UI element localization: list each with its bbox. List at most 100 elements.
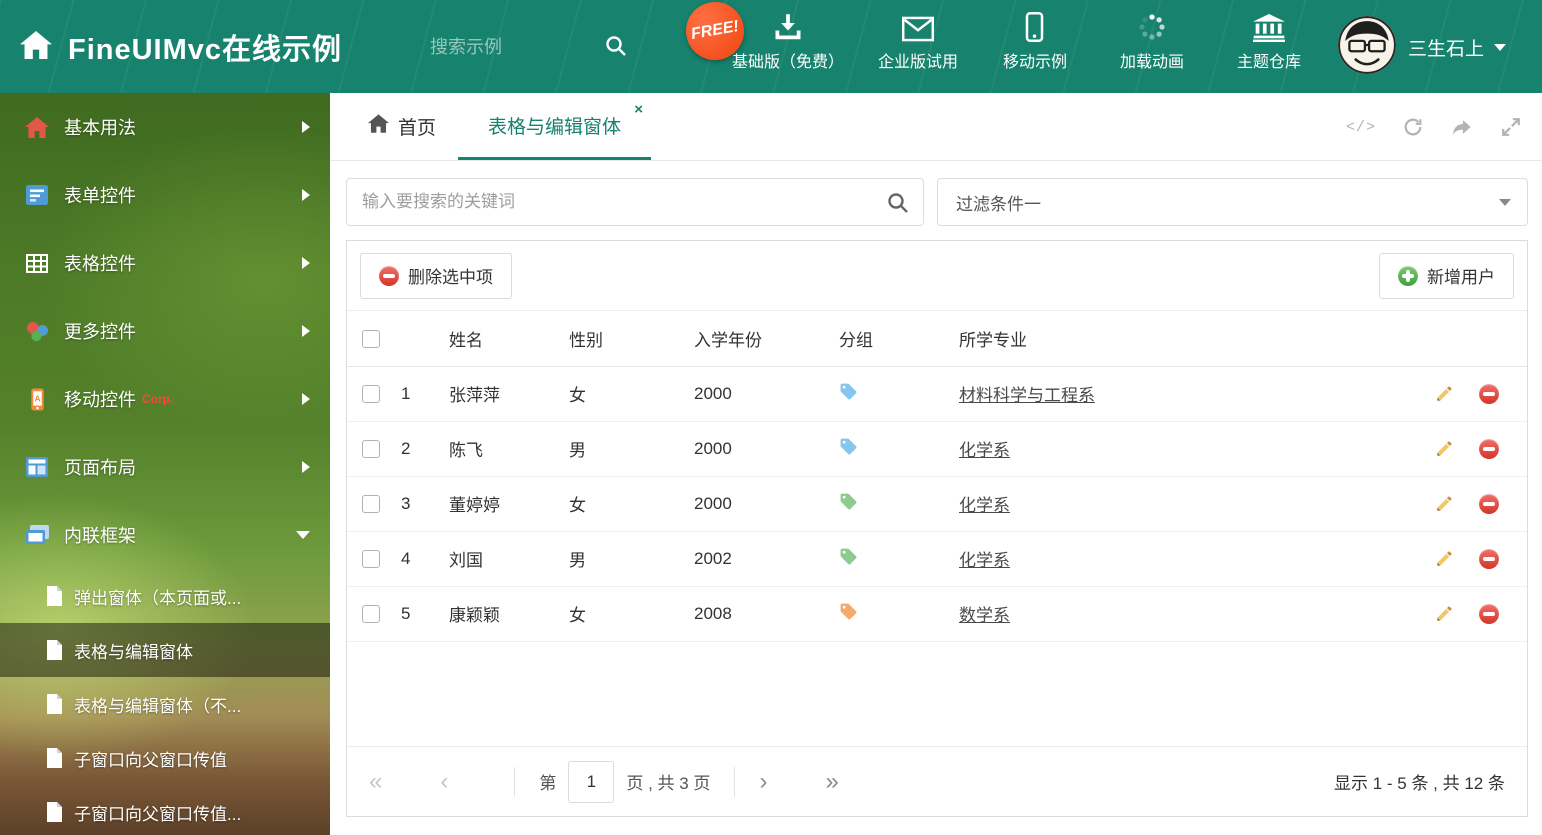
chevron-right-icon: [302, 189, 310, 201]
header-nav-theme-store[interactable]: 主题仓库: [1226, 10, 1312, 72]
delete-icon[interactable]: [1479, 383, 1499, 404]
col-year: 入学年份: [694, 311, 839, 367]
header-nav: 基础版（免费） 企业版试用 移动示例 加载动画 主题仓库: [732, 10, 1312, 72]
row-checkbox[interactable]: [362, 495, 380, 514]
header-search-input[interactable]: [430, 30, 595, 64]
table-row: 2 陈飞 男 2000 化学系: [347, 421, 1527, 477]
page-number-input[interactable]: [568, 760, 615, 803]
sidebar-item-grid-controls[interactable]: 表格控件: [0, 229, 330, 297]
table-row: 1 张萍萍 女 2000 材料科学与工程系: [347, 366, 1527, 422]
frame-icon: [22, 525, 52, 545]
search-icon[interactable]: [886, 191, 910, 220]
minus-circle-icon: [1479, 603, 1499, 624]
table-row: 4 刘国 男 2002 化学系: [347, 531, 1527, 587]
keyword-search-input[interactable]: [347, 179, 923, 225]
last-page-icon[interactable]: »: [825, 769, 838, 794]
row-index: 5: [401, 586, 449, 642]
delete-icon[interactable]: [1479, 438, 1499, 459]
app-window: FineUIMvc在线示例 FREE! 基础版（免费） 企业版试用: [0, 0, 1542, 835]
header-nav-enterprise-trial[interactable]: 企业版试用: [875, 10, 961, 72]
major-link[interactable]: 化学系: [959, 551, 1010, 570]
sidebar-item-page-layout[interactable]: 页面布局: [0, 433, 330, 501]
row-checkbox[interactable]: [362, 550, 380, 569]
sidebar-subitem-child-to-parent[interactable]: 子窗口向父窗口传值: [0, 731, 330, 785]
sidebar-item-iframe[interactable]: 内联框架: [0, 501, 330, 569]
major-link[interactable]: 化学系: [959, 441, 1010, 460]
delete-icon[interactable]: [1479, 493, 1499, 514]
page-suffix: 页 , 共 3 页: [626, 774, 711, 793]
cell-year: 2000: [694, 421, 839, 477]
sidebar-item-label: 页面布局: [64, 458, 136, 478]
cell-year: 2000: [694, 476, 839, 532]
prev-page-icon[interactable]: ‹: [440, 769, 448, 794]
select-all-checkbox[interactable]: [362, 329, 380, 348]
nav-label: 移动示例: [1002, 54, 1067, 71]
open-new-window-icon[interactable]: [1450, 116, 1474, 138]
shapes-icon: [22, 321, 52, 342]
cell-gender: 男: [569, 531, 694, 587]
minus-circle-icon: [1479, 493, 1499, 514]
sidebar-item-mobile-controls[interactable]: A 移动控件 Corp.: [0, 365, 330, 433]
tag-icon: [839, 547, 858, 566]
search-icon[interactable]: [604, 34, 628, 63]
source-code-icon[interactable]: </>: [1346, 119, 1376, 136]
tab-home[interactable]: 首页: [346, 93, 458, 160]
fullscreen-icon[interactable]: [1500, 116, 1522, 138]
sidebar-subitem-label: 子窗口向父窗口传值...: [74, 804, 242, 824]
minus-circle-icon: [1479, 383, 1499, 404]
table-icon: [22, 253, 52, 273]
close-icon[interactable]: ×: [634, 102, 643, 117]
cell-year: 2000: [694, 366, 839, 422]
sidebar-subitem-grid-edit-window-no[interactable]: 表格与编辑窗体（不...: [0, 677, 330, 731]
major-link[interactable]: 数学系: [959, 606, 1010, 625]
user-avatar[interactable]: [1338, 16, 1396, 74]
home-icon[interactable]: [20, 31, 52, 64]
edit-icon[interactable]: [1435, 604, 1454, 623]
sidebar-subitem-child-to-parent-2[interactable]: 子窗口向父窗口传值...: [0, 785, 330, 835]
delete-selected-button[interactable]: 删除选中项: [360, 252, 512, 299]
svg-text:A: A: [34, 393, 40, 403]
sidebar-item-form-controls[interactable]: 表单控件: [0, 161, 330, 229]
refresh-icon[interactable]: [1402, 116, 1424, 138]
sidebar-item-label: 内联框架: [64, 526, 136, 546]
button-label: 新增用户: [1427, 268, 1495, 287]
add-user-button[interactable]: 新增用户: [1379, 252, 1514, 299]
sidebar: 基本用法 表单控件 表格控件 更多控件 A 移动控件 Corp. 页面布局 内联…: [0, 93, 330, 835]
first-page-icon[interactable]: «: [369, 769, 382, 794]
major-link[interactable]: 化学系: [959, 496, 1010, 515]
minus-circle-icon: [1479, 548, 1499, 569]
major-link[interactable]: 材料科学与工程系: [959, 386, 1095, 405]
sidebar-item-more-controls[interactable]: 更多控件: [0, 297, 330, 365]
edit-icon[interactable]: [1435, 549, 1454, 568]
next-page-icon[interactable]: ›: [759, 769, 767, 794]
delete-icon[interactable]: [1479, 548, 1499, 569]
sidebar-item-basic-usage[interactable]: 基本用法: [0, 93, 330, 161]
edit-icon[interactable]: [1435, 439, 1454, 458]
edit-icon[interactable]: [1435, 384, 1454, 403]
cell-gender: 女: [569, 586, 694, 642]
row-index: 2: [401, 421, 449, 477]
chevron-down-icon: [1494, 44, 1507, 51]
edit-icon[interactable]: [1435, 494, 1454, 513]
header-nav-loading-animation[interactable]: 加载动画: [1109, 10, 1195, 72]
header-nav-basic-free[interactable]: 基础版（免费）: [732, 10, 844, 72]
chevron-right-icon: [302, 325, 310, 337]
col-group: 分组: [839, 311, 959, 367]
chevron-right-icon: [302, 121, 310, 133]
chevron-right-icon: [302, 393, 310, 405]
filter-dropdown[interactable]: 过滤条件一: [937, 178, 1528, 226]
nav-label: 基础版（免费）: [732, 54, 845, 71]
sidebar-subitem-grid-edit-window[interactable]: 表格与编辑窗体: [0, 623, 330, 677]
delete-icon[interactable]: [1479, 603, 1499, 624]
table-row: 5 康颖颖 女 2008 数学系: [347, 586, 1527, 642]
home-icon: [368, 114, 389, 139]
tag-icon: [839, 492, 858, 511]
sidebar-subitem-popup-window[interactable]: 弹出窗体（本页面或...: [0, 569, 330, 623]
user-menu[interactable]: 三生石上: [1408, 34, 1507, 61]
row-checkbox[interactable]: [362, 385, 380, 404]
row-checkbox[interactable]: [362, 605, 380, 624]
divider: [734, 766, 736, 797]
tab-grid-edit-window[interactable]: 表格与编辑窗体 ×: [458, 93, 652, 160]
header-nav-mobile-demo[interactable]: 移动示例: [992, 10, 1078, 72]
row-checkbox[interactable]: [362, 440, 380, 459]
